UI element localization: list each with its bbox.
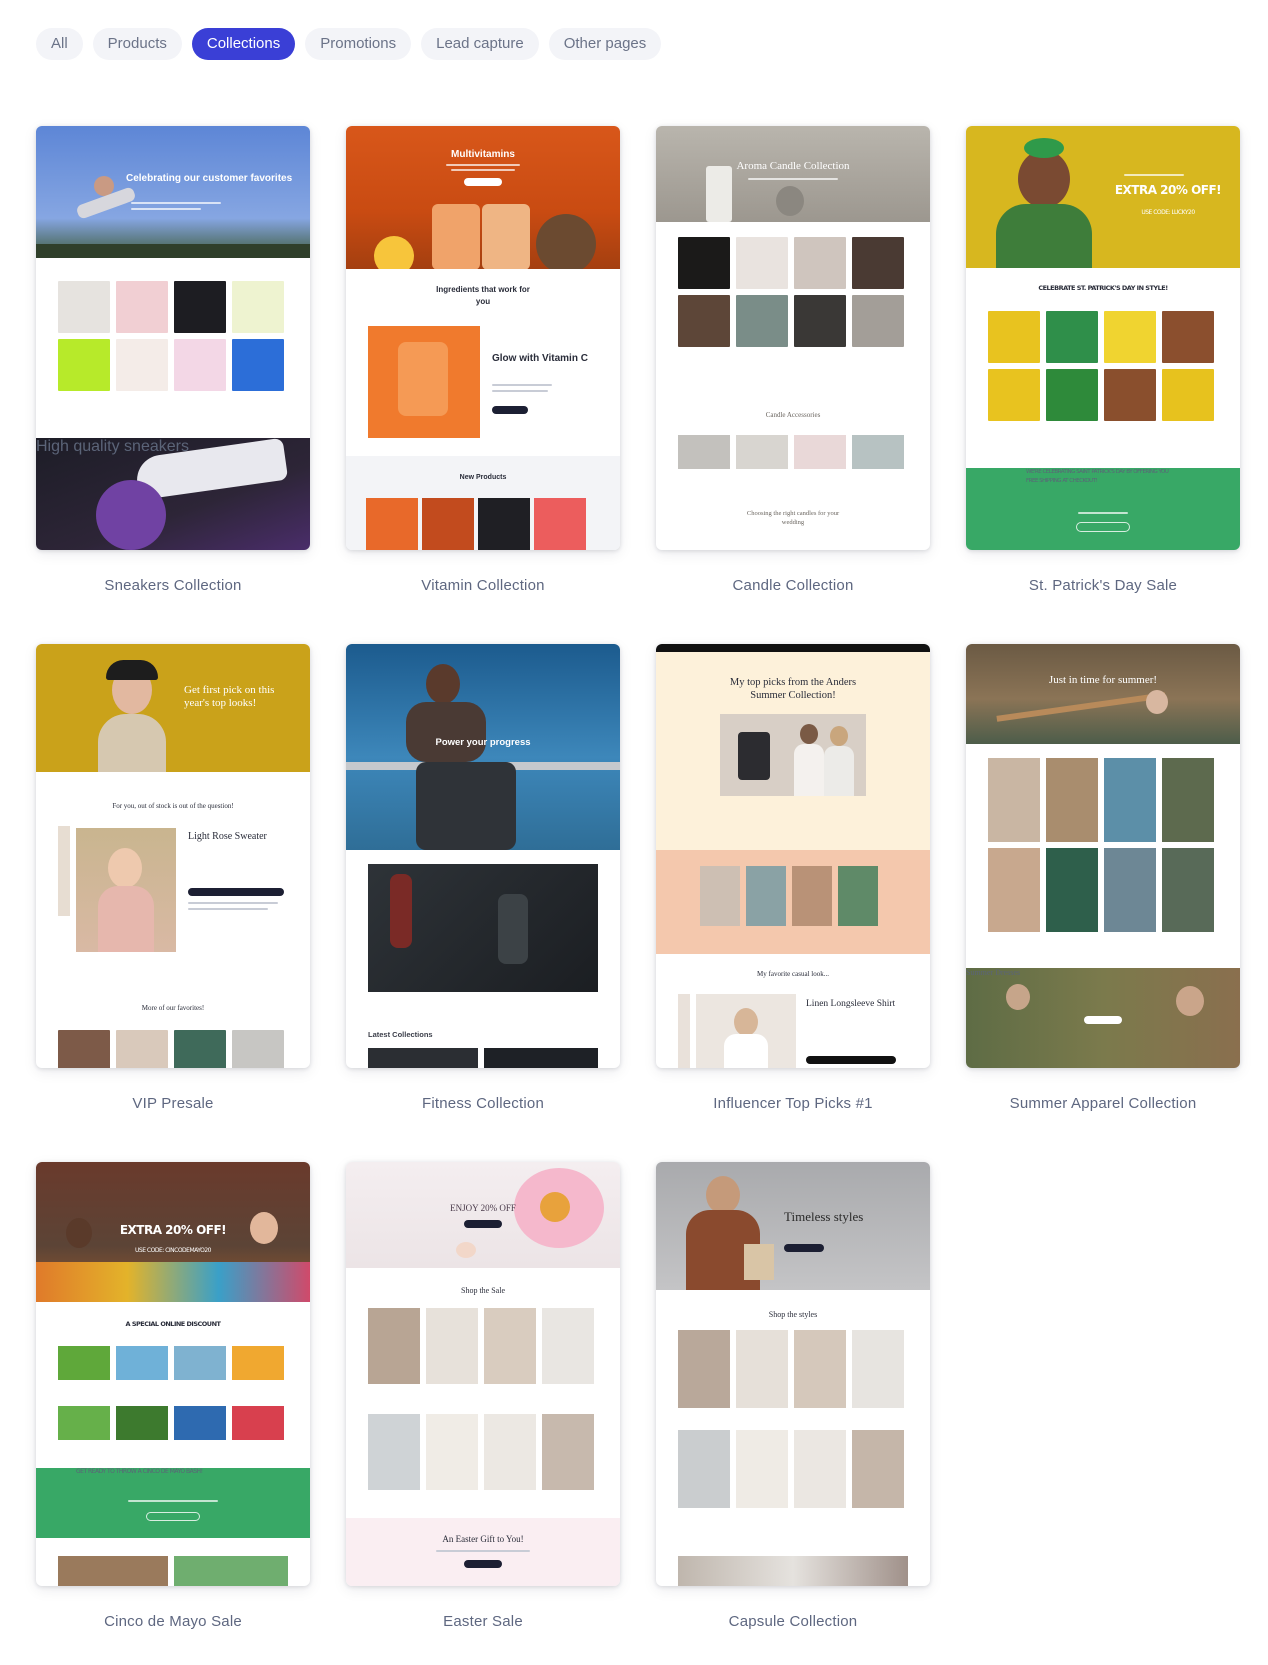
- hero-title: EXTRA 20% OFF!: [1114, 183, 1222, 197]
- template-card-summer-apparel[interactable]: Just in time for summer! Summer Dresses: [966, 644, 1240, 1068]
- template-label: Cinco de Mayo Sale: [104, 1613, 242, 1630]
- filter-bar: All Products Collections Promotions Lead…: [36, 28, 662, 60]
- section-title: Latest Collections: [368, 1030, 433, 1039]
- hero-image: EXTRA 20% OFF! USE CODE: LUCKY20: [966, 126, 1240, 268]
- hero-image: Get first pick on this year's top looks!: [36, 644, 310, 772]
- product-grid: [988, 758, 1214, 932]
- hero-title: Aroma Candle Collection: [736, 160, 850, 172]
- template-label: Fitness Collection: [422, 1095, 544, 1112]
- hero-title: My top picks from the Anders Summer Coll…: [729, 677, 857, 701]
- template-card-vip-presale[interactable]: Get first pick on this year's top looks!…: [36, 644, 310, 1068]
- product-grid: [988, 311, 1214, 421]
- template-label: Sneakers Collection: [104, 577, 242, 594]
- hero-image: Just in time for summer!: [966, 644, 1240, 744]
- product-grid: [368, 1308, 594, 1490]
- section-title: CELEBRATE ST. PATRICK'S DAY IN STYLE!: [1038, 284, 1168, 292]
- product-strip: [656, 850, 930, 954]
- hero-image: Multivitamins: [346, 126, 620, 269]
- accessory-grid: [678, 435, 904, 469]
- section-title: Shop the Sale: [461, 1286, 505, 1295]
- filter-lead-capture[interactable]: Lead capture: [421, 28, 539, 60]
- hero-title: Celebrating our customer favorites: [126, 173, 293, 184]
- template-card-influencer[interactable]: My top picks from the Anders Summer Coll…: [656, 644, 930, 1068]
- hero-image: Power your progress: [346, 644, 620, 850]
- section-title: New Products: [459, 474, 507, 481]
- section-title: An Easter Gift to You!: [442, 1534, 524, 1544]
- filter-collections[interactable]: Collections: [191, 28, 296, 60]
- hero-image: My top picks from the Anders Summer Coll…: [656, 652, 930, 850]
- section-title: Summer Dresses: [966, 968, 1020, 977]
- hero-title: Get first pick on this year's top looks!: [184, 684, 275, 709]
- feature-image: [368, 864, 598, 992]
- filter-promotions[interactable]: Promotions: [305, 28, 412, 60]
- template-label: St. Patrick's Day Sale: [1028, 577, 1178, 594]
- section-title: More of our favorites!: [141, 1004, 205, 1012]
- template-card-fitness[interactable]: Power your progress Latest Collections: [346, 644, 620, 1068]
- hero-code: USE CODE: LUCKY20: [1141, 209, 1195, 216]
- template-label: Vitamin Collection: [421, 577, 545, 594]
- hero-image: EXTRA 20% OFF! USE CODE: CINCODEMAYO20: [36, 1162, 310, 1302]
- feature-title: Linen Longsleeve Shirt: [806, 999, 896, 1009]
- section-title: A SPECIAL ONLINE DISCOUNT: [125, 1320, 221, 1328]
- template-card-vitamin[interactable]: Multivitamins Ingredients that work for …: [346, 126, 620, 550]
- hero-title: Power your progress: [435, 737, 531, 748]
- hero-image: Aroma Candle Collection: [656, 126, 930, 222]
- template-card-candle[interactable]: Aroma Candle Collection Candle Accessori…: [656, 126, 930, 550]
- template-card-st-patricks[interactable]: EXTRA 20% OFF! USE CODE: LUCKY20 CELEBRA…: [966, 126, 1240, 550]
- promo-banner: WE'RE CELEBRATING SAINT PATRICK'S DAY BY…: [966, 468, 1240, 550]
- feature-image: [696, 994, 796, 1068]
- hero-title: EXTRA 20% OFF!: [119, 1223, 227, 1237]
- product-grid: [58, 1030, 284, 1068]
- template-card-sneakers[interactable]: Celebrating our customer favorites High …: [36, 126, 310, 550]
- template-card-cinco-de-mayo[interactable]: EXTRA 20% OFF! USE CODE: CINCODEMAYO20 A…: [36, 1162, 310, 1586]
- footer-image: High quality sneakers: [36, 437, 310, 550]
- hero-code: USE CODE: CINCODEMAYO20: [135, 1247, 211, 1254]
- section-title: Shop the styles: [768, 1310, 818, 1319]
- hero-title: Multivitamins: [451, 149, 515, 160]
- section-title: My favorite casual look...: [757, 970, 829, 978]
- feature-image: [76, 828, 176, 952]
- feature-image: [368, 326, 480, 438]
- product-grid: [678, 1330, 904, 1508]
- feature-title: Light Rose Sweater: [188, 831, 267, 842]
- template-label: Summer Apparel Collection: [1009, 1095, 1197, 1112]
- template-label: Easter Sale: [443, 1613, 523, 1630]
- section-title: Choosing the right candles for your wedd…: [746, 510, 840, 526]
- template-card-easter[interactable]: ENJOY 20% OFF Shop the Sale An Easter Gi…: [346, 1162, 620, 1586]
- hero-title: ENJOY 20% OFF: [450, 1203, 516, 1213]
- hero-title: Just in time for summer!: [1048, 674, 1158, 686]
- filter-all[interactable]: All: [36, 28, 83, 60]
- section-title: Candle Accessories: [765, 411, 821, 419]
- filter-products[interactable]: Products: [92, 28, 182, 60]
- section-title: Ingredients that work for you: [436, 285, 530, 306]
- hero-image: Celebrating our customer favorites: [36, 126, 310, 258]
- hero-image: Timeless styles: [656, 1162, 930, 1290]
- template-label: Candle Collection: [732, 577, 854, 594]
- section-title: For you, out of stock is out of the ques…: [112, 802, 234, 810]
- hero-title: Timeless styles: [784, 1209, 864, 1224]
- product-grid: [58, 1346, 284, 1440]
- feature-title: Glow with Vitamin C: [492, 353, 588, 364]
- template-card-capsule[interactable]: Timeless styles Shop the styles: [656, 1162, 930, 1586]
- template-label: Influencer Top Picks #1: [713, 1095, 873, 1112]
- template-label: VIP Presale: [132, 1095, 214, 1112]
- footer-image: Summer Dresses: [966, 968, 1240, 1068]
- filter-other-pages[interactable]: Other pages: [548, 28, 662, 60]
- template-label: Capsule Collection: [728, 1613, 858, 1630]
- product-grid: [58, 281, 284, 391]
- hero-image: ENJOY 20% OFF: [346, 1162, 620, 1268]
- product-grid: [678, 237, 904, 347]
- promo-banner: GET READY TO THROW A CINCO DE MAYO BASH!: [36, 1468, 310, 1538]
